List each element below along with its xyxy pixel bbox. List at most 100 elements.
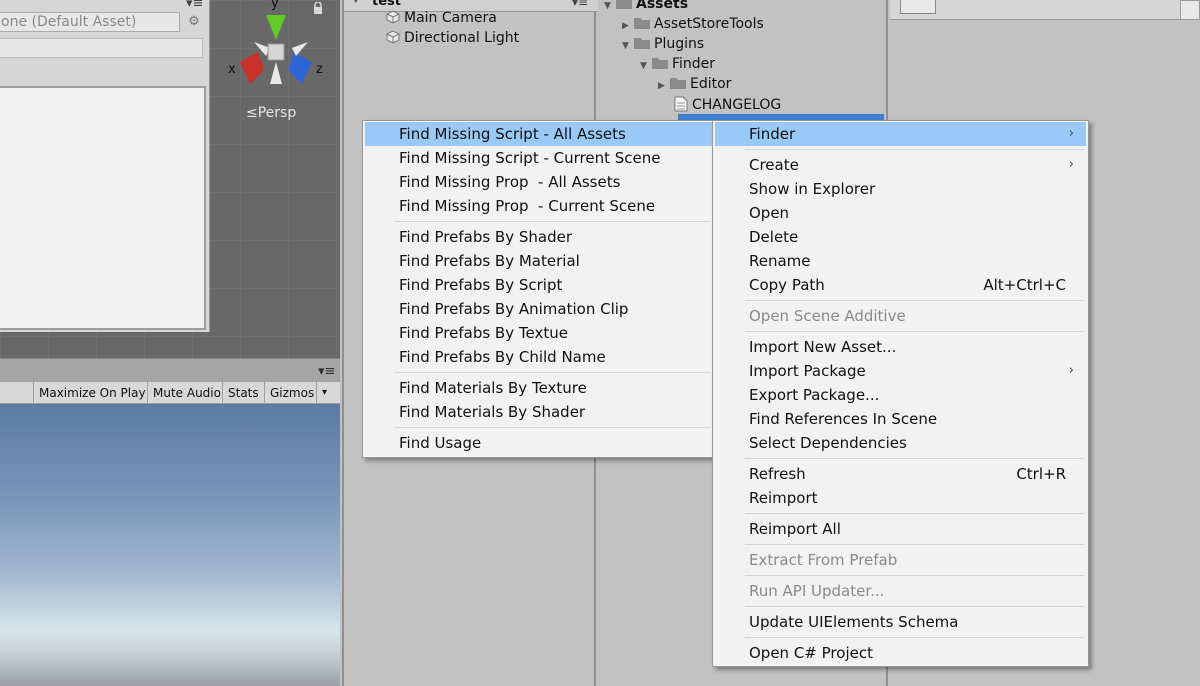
property-field[interactable]	[0, 38, 203, 58]
menu-item-find-missing-prop-all-assets[interactable]: Find Missing Prop - All Assets	[365, 170, 712, 194]
hierarchy-item[interactable]: Directional Light	[386, 30, 519, 46]
menu-item-extract-from-prefab: Extract From Prefab	[749, 551, 898, 569]
gear-icon[interactable]: ⚙	[186, 13, 202, 31]
project-item-label: Plugins	[654, 36, 705, 52]
menu-item-find-materials-by-texture[interactable]: Find Materials By Texture	[365, 376, 712, 400]
game-view-toolbar: Maximize On Play Mute Audio Stats Gizmos…	[0, 382, 340, 404]
menu-item-refresh[interactable]: Refresh Ctrl+R	[715, 462, 1086, 486]
menu-item-select-dependencies[interactable]: Select Dependencies	[715, 431, 1086, 455]
gameobject-icon	[386, 10, 400, 24]
folder-icon	[652, 58, 668, 69]
folder-icon	[616, 0, 632, 9]
panel-menu-icon[interactable]: ▾≡	[318, 364, 335, 379]
shortcut-label: Alt+Ctrl+C	[983, 276, 1066, 294]
menu-item-import-new-asset[interactable]: Import New Asset...	[715, 335, 1086, 359]
menu-item-show-in-explorer[interactable]: Show in Explorer	[715, 177, 1086, 201]
menu-item-finder[interactable]: Finder ›	[715, 122, 1086, 146]
project-item-plugins[interactable]: ▼ Plugins	[622, 36, 704, 52]
finder-submenu: Find Missing Script - All Assets Find Mi…	[362, 120, 715, 458]
menu-item-open-scene-additive: Open Scene Additive	[749, 307, 906, 325]
gizmo-y-cone	[266, 15, 286, 40]
project-item-label: Finder	[672, 56, 716, 72]
project-item-label: CHANGELOG	[692, 97, 782, 113]
menu-separator	[745, 544, 1084, 545]
menu-item-reimport-all[interactable]: Reimport All	[715, 517, 1086, 541]
menu-item-open-csharp-project[interactable]: Open C# Project	[715, 641, 1086, 665]
menu-item-reimport[interactable]: Reimport	[715, 486, 1086, 510]
chevron-down-icon[interactable]: ▼	[352, 0, 360, 5]
game-view-canvas[interactable]	[0, 404, 340, 686]
chevron-down-icon[interactable]: ▼	[604, 1, 616, 11]
menu-item-find-prefabs-by-textue[interactable]: Find Prefabs By Textue	[365, 321, 712, 345]
project-item-assetstoretools[interactable]: ▶ AssetStoreTools	[622, 16, 764, 32]
menu-item-find-usage[interactable]: Find Usage	[365, 431, 712, 455]
asset-preview-icon	[900, 0, 936, 14]
menu-separator	[395, 221, 710, 222]
menu-item-rename[interactable]: Rename	[715, 249, 1086, 273]
menu-item-export-package[interactable]: Export Package...	[715, 383, 1086, 407]
project-item-changelog[interactable]: CHANGELOG	[674, 96, 781, 113]
menu-item-find-prefabs-by-animation-clip[interactable]: Find Prefabs By Animation Clip	[365, 297, 712, 321]
assets-context-menu: Finder › Create › Show in Explorer Open De…	[712, 120, 1089, 667]
shortcut-label: Ctrl+R	[1016, 465, 1066, 483]
panel-menu-icon[interactable]: ▾≡	[572, 0, 588, 9]
chevron-right-icon[interactable]: ▶	[658, 81, 670, 91]
project-item-finder[interactable]: ▼ Finder	[640, 56, 715, 72]
menu-item-find-references-in-scene[interactable]: Find References In Scene	[715, 407, 1086, 431]
menu-item-find-missing-script-all-assets[interactable]: Find Missing Script - All Assets	[365, 122, 712, 146]
chevron-right-icon[interactable]: ▶	[622, 21, 634, 31]
chevron-right-icon: ›	[1068, 363, 1074, 378]
menu-item-find-prefabs-by-script[interactable]: Find Prefabs By Script	[365, 273, 712, 297]
hierarchy-item[interactable]: Main Camera	[386, 10, 497, 26]
menu-item-label: Copy Path	[749, 276, 825, 294]
menu-item-import-package[interactable]: Import Package ›	[715, 359, 1086, 383]
menu-item-find-prefabs-by-material[interactable]: Find Prefabs By Material	[365, 249, 712, 273]
project-item-editor[interactable]: ▶ Editor	[658, 76, 731, 92]
menu-item-label: Create	[749, 156, 799, 174]
menu-item-find-materials-by-shader[interactable]: Find Materials By Shader	[365, 400, 712, 424]
chevron-down-icon[interactable]: ▼	[622, 41, 634, 51]
gizmos-dropdown-icon[interactable]: ▾	[316, 382, 332, 404]
menu-separator	[745, 331, 1084, 332]
gizmo-center-cube	[267, 43, 285, 61]
chevron-right-icon: ›	[1068, 157, 1074, 172]
panel-menu-icon[interactable]: ▾≡	[186, 0, 203, 11]
menu-item-find-missing-prop-current-scene[interactable]: Find Missing Prop - Current Scene	[365, 194, 712, 218]
shader-field[interactable]: one (Default Asset)	[0, 12, 180, 32]
scene-title[interactable]: test	[372, 0, 401, 9]
menu-item-copy-path[interactable]: Copy Path Alt+Ctrl+C	[715, 273, 1086, 297]
gameobject-icon	[386, 30, 400, 44]
gizmo-z-cone	[288, 52, 312, 84]
menu-separator	[745, 300, 1084, 301]
maximize-on-play-button[interactable]: Maximize On Play	[33, 382, 151, 404]
menu-separator	[745, 149, 1084, 150]
scene-view[interactable]: one (Default Asset) ⚙ ▾≡ y x z ≤Persp	[0, 0, 340, 358]
hierarchy-item-label: Main Camera	[404, 10, 497, 26]
gizmos-button[interactable]: Gizmos	[264, 382, 319, 404]
menu-item-find-missing-script-current-scene[interactable]: Find Missing Script - Current Scene	[365, 146, 712, 170]
menu-separator	[395, 372, 710, 373]
stats-button[interactable]: Stats	[222, 382, 264, 404]
mute-audio-button[interactable]: Mute Audio	[147, 382, 226, 404]
menu-item-open[interactable]: Open	[715, 201, 1086, 225]
persp-label[interactable]: ≤Persp	[246, 105, 296, 121]
project-item-label: Assets	[636, 0, 689, 12]
gizmo-x-cone	[240, 52, 264, 84]
menu-item-delete[interactable]: Delete	[715, 225, 1086, 249]
menu-separator	[745, 637, 1084, 638]
project-item-assets[interactable]: ▼ Assets	[604, 0, 688, 12]
project-item-label: Editor	[690, 76, 732, 92]
inspector-field[interactable]	[1180, 0, 1200, 20]
preview-pane	[0, 86, 206, 330]
menu-item-create[interactable]: Create ›	[715, 153, 1086, 177]
menu-item-find-prefabs-by-shader[interactable]: Find Prefabs By Shader	[365, 225, 712, 249]
menu-item-label: Finder	[749, 125, 796, 143]
menu-item-find-prefabs-by-child-name[interactable]: Find Prefabs By Child Name	[365, 345, 712, 369]
menu-item-label: Import Package	[749, 362, 866, 380]
folder-icon	[634, 38, 650, 49]
gizmo-y-label: y	[271, 0, 279, 11]
menu-item-update-uielements-schema[interactable]: Update UIElements Schema	[715, 610, 1086, 634]
project-item-label: AssetStoreTools	[654, 16, 764, 32]
chevron-down-icon[interactable]: ▼	[640, 61, 652, 71]
orientation-gizmo[interactable]	[226, 0, 336, 100]
